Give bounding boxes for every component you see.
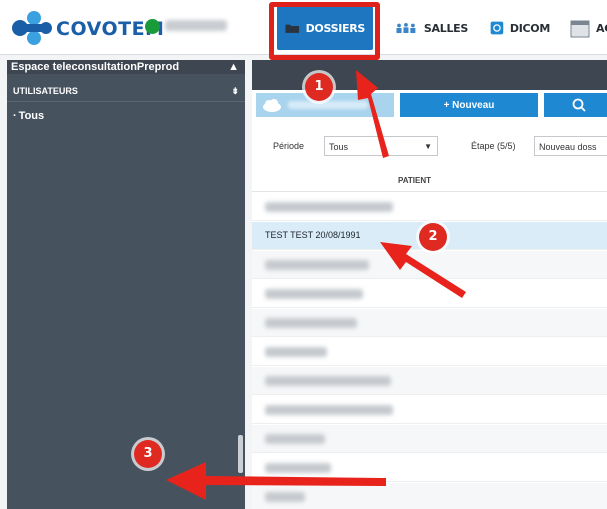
table-row[interactable]: [252, 280, 607, 308]
table-row[interactable]: [252, 251, 607, 279]
annotation-badge-2: 2: [419, 223, 447, 251]
nav-agenda-label: AG: [596, 21, 607, 35]
chevron-down-icon: ▼: [424, 142, 432, 151]
nav-agenda-button[interactable]: AG: [562, 6, 607, 50]
step-label: Étape (5/5): [471, 141, 516, 151]
people-icon: [396, 22, 416, 34]
patient-name-blurred: [265, 376, 391, 386]
patient-name-blurred: [265, 405, 393, 415]
search-button[interactable]: [544, 93, 607, 117]
dossiers-highlight-box: [269, 2, 380, 60]
top-bar: COVOTEM DOSSIERS SALLES DICOM A: [0, 0, 607, 60]
logo-icon: [12, 11, 52, 45]
table-row[interactable]: [252, 425, 607, 453]
patient-name-blurred: [265, 347, 327, 357]
step-value: Nouveau doss: [539, 142, 597, 152]
sidebar-item-tous[interactable]: Tous: [7, 110, 245, 122]
period-select[interactable]: Tous ▼: [324, 136, 438, 156]
users-section-label: UTILISATEURS: [13, 86, 78, 96]
sidebar: Espace teleconsultationPreprod ▲ UTILISA…: [7, 60, 245, 509]
annotation-badge-3: 3: [134, 440, 162, 468]
main-panel: + Nouveau Période Tous ▼ Étape (5/5) Nou…: [252, 60, 607, 509]
table-row[interactable]: [252, 338, 607, 366]
patient-name-blurred: [265, 463, 331, 473]
column-header-patient[interactable]: PATIENT: [252, 170, 607, 192]
cloud-icon: [263, 99, 281, 112]
filter-row: Période Tous ▼ Étape (5/5) Nouveau doss: [252, 133, 607, 159]
patient-name-blurred: [265, 202, 393, 212]
users-section-header[interactable]: UTILISATEURS ⇟: [7, 80, 245, 102]
step-select[interactable]: Nouveau doss: [534, 136, 607, 156]
sidebar-header[interactable]: Espace teleconsultationPreprod ▲: [7, 60, 245, 74]
table-row[interactable]: [252, 454, 607, 482]
patient-name-blurred: [265, 289, 363, 299]
patient-name-blurred: [265, 434, 325, 444]
search-icon: [572, 98, 586, 112]
table-row[interactable]: [252, 396, 607, 424]
sort-icon[interactable]: ⇟: [231, 80, 239, 101]
app-window: COVOTEM DOSSIERS SALLES DICOM A Espace t…: [0, 0, 607, 509]
new-dossier-button[interactable]: + Nouveau: [400, 93, 538, 117]
period-label: Période: [273, 141, 305, 151]
patient-name-blurred: [265, 492, 305, 502]
collapse-icon[interactable]: ▲: [228, 60, 239, 74]
table-row[interactable]: [252, 193, 607, 221]
nav-salles-button[interactable]: SALLES: [386, 6, 476, 50]
patient-name: TEST TEST 20/08/1991: [265, 230, 361, 240]
new-dossier-label: + Nouveau: [443, 99, 495, 111]
nav-dicom-label: DICOM: [509, 21, 550, 35]
table-row[interactable]: [252, 483, 607, 509]
covotem-logo: COVOTEM: [10, 8, 164, 48]
user-name-blurred: [165, 20, 227, 31]
dicom-icon: [490, 21, 504, 35]
share-label-blurred: [288, 101, 368, 109]
workspace-title: Espace teleconsultationPreprod: [11, 61, 180, 73]
patient-name-blurred: [265, 260, 369, 270]
sidebar-scrollbar[interactable]: [238, 435, 243, 473]
table-row[interactable]: [252, 309, 607, 337]
calendar-icon: [570, 20, 590, 38]
annotation-badge-1: 1: [305, 73, 333, 101]
period-value: Tous: [329, 142, 349, 152]
patient-name-blurred: [265, 318, 357, 328]
nav-salles-label: SALLES: [423, 21, 468, 35]
status-online-indicator: [145, 19, 160, 34]
table-row[interactable]: [252, 367, 607, 395]
nav-dicom-button[interactable]: DICOM: [482, 6, 558, 50]
